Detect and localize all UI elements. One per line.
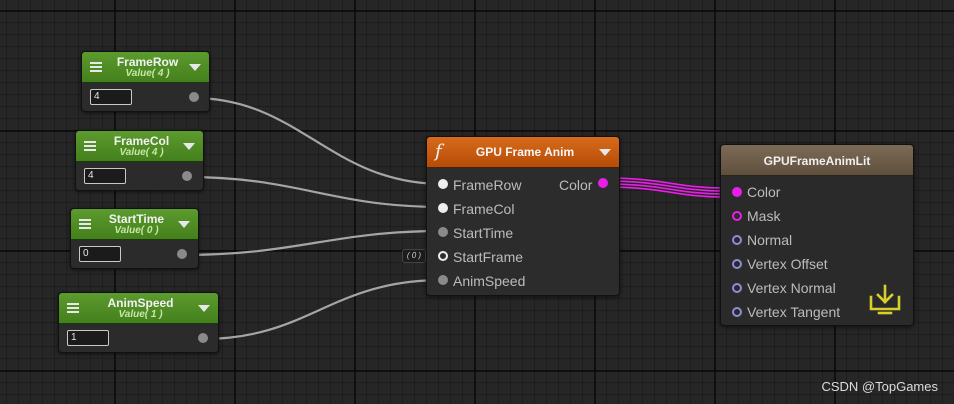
property-node-framerow[interactable]: FrameRow Value( 4 ) 4 xyxy=(81,51,210,112)
input-port-animspeed[interactable] xyxy=(438,275,448,285)
node-subtitle: Value( 4 ) xyxy=(125,68,170,79)
value-field[interactable]: 1 xyxy=(67,330,109,346)
node-title: FrameCol xyxy=(113,134,170,148)
watermark: CSDN @TopGames xyxy=(821,379,938,394)
function-node-header[interactable]: f GPU Frame Anim xyxy=(427,137,619,168)
node-title: AnimSpeed xyxy=(107,296,174,310)
node-subtitle: Value( 4 ) xyxy=(119,147,164,158)
startframe-default-badge[interactable]: ( 0 ) xyxy=(402,249,426,263)
chevron-down-icon[interactable] xyxy=(599,149,611,156)
chevron-down-icon[interactable] xyxy=(198,305,210,312)
node-title: GPU Frame Anim xyxy=(475,145,575,159)
property-node-header[interactable]: FrameCol Value( 4 ) xyxy=(76,131,203,162)
menu-icon[interactable] xyxy=(84,141,96,151)
input-label-starttime: StartTime xyxy=(453,225,514,241)
output-port[interactable] xyxy=(177,249,187,259)
input-port-framecol[interactable] xyxy=(438,203,448,213)
input-port-mask[interactable] xyxy=(732,211,742,221)
output-port[interactable] xyxy=(182,171,192,181)
input-label-normal: Normal xyxy=(747,232,793,248)
menu-icon[interactable] xyxy=(90,62,102,72)
chevron-down-icon[interactable] xyxy=(183,143,195,150)
wire-framecol[interactable] xyxy=(185,175,444,209)
input-port-vertex-offset[interactable] xyxy=(732,259,742,269)
node-subtitle: Value( 0 ) xyxy=(114,225,159,236)
chevron-down-icon[interactable] xyxy=(178,221,190,228)
node-title: FrameRow xyxy=(116,55,179,69)
input-label-vertex-offset: Vertex Offset xyxy=(747,256,828,272)
input-label-framerow: FrameRow xyxy=(453,177,522,193)
output-port[interactable] xyxy=(189,92,199,102)
input-label-animspeed: AnimSpeed xyxy=(453,273,526,289)
menu-icon[interactable] xyxy=(67,303,79,313)
node-title: StartTime xyxy=(108,212,165,226)
output-port-color[interactable] xyxy=(598,178,608,188)
chevron-down-icon[interactable] xyxy=(189,64,201,71)
property-node-header[interactable]: AnimSpeed Value( 1 ) xyxy=(59,293,218,324)
menu-icon[interactable] xyxy=(79,219,91,229)
input-port-startframe[interactable] xyxy=(438,251,448,261)
input-port-framerow[interactable] xyxy=(438,179,448,189)
output-node-gpuframeanimlit[interactable]: GPUFrameAnimLit Color Mask Normal Vertex… xyxy=(720,144,914,326)
input-label-color: Color xyxy=(747,184,781,200)
property-node-starttime[interactable]: StartTime Value( 0 ) 0 xyxy=(70,208,199,269)
input-label-vertex-tangent: Vertex Tangent xyxy=(747,304,841,320)
property-node-header[interactable]: StartTime Value( 0 ) xyxy=(71,209,198,240)
function-node-gpu-frame-anim[interactable]: f GPU Frame Anim FrameRow FrameCol Start… xyxy=(426,136,620,296)
input-port-normal[interactable] xyxy=(732,235,742,245)
output-node-header[interactable]: GPUFrameAnimLit xyxy=(721,145,913,176)
node-title: GPUFrameAnimLit xyxy=(763,154,871,168)
value-field[interactable]: 0 xyxy=(79,246,121,262)
function-fx-icon: f xyxy=(435,141,442,162)
value-field[interactable]: 4 xyxy=(90,89,132,105)
wire-color[interactable] xyxy=(607,177,723,198)
wire-framerow[interactable] xyxy=(192,96,444,186)
node-subtitle: Value( 1 ) xyxy=(118,309,163,320)
input-port-starttime[interactable] xyxy=(438,227,448,237)
input-label-vertex-normal: Vertex Normal xyxy=(747,280,836,296)
property-node-header[interactable]: FrameRow Value( 4 ) xyxy=(82,52,209,83)
input-port-color[interactable] xyxy=(732,187,742,197)
input-port-vertex-normal[interactable] xyxy=(732,283,742,293)
output-label-color: Color xyxy=(559,177,593,193)
property-node-animspeed[interactable]: AnimSpeed Value( 1 ) 1 xyxy=(58,292,219,353)
input-port-vertex-tangent[interactable] xyxy=(732,307,742,317)
output-port[interactable] xyxy=(198,333,208,343)
input-label-mask: Mask xyxy=(747,208,781,224)
input-label-framecol: FrameCol xyxy=(453,201,515,217)
value-field[interactable]: 4 xyxy=(84,168,126,184)
input-label-startframe: StartFrame xyxy=(453,249,524,265)
wire-animspeed[interactable] xyxy=(201,278,444,341)
property-node-framecol[interactable]: FrameCol Value( 4 ) 4 xyxy=(75,130,204,191)
download-to-display-icon[interactable] xyxy=(867,283,903,315)
